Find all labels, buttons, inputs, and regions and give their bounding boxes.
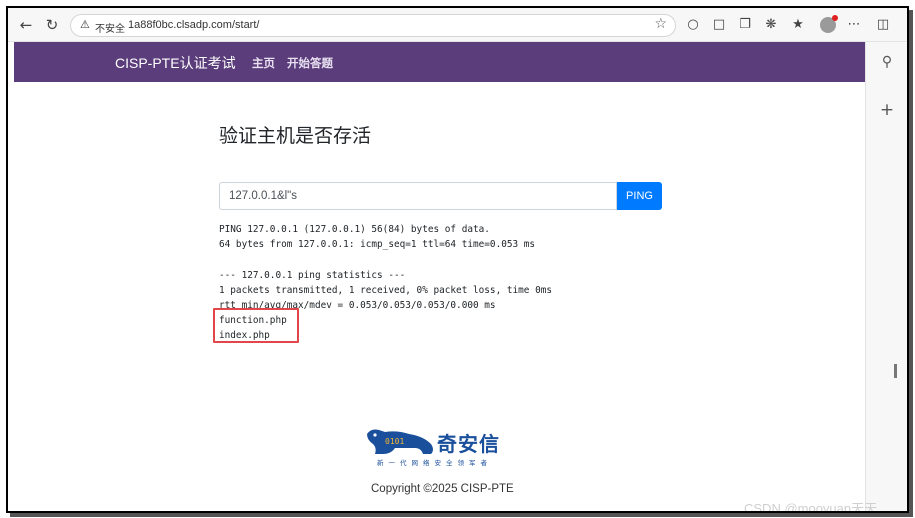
url-text[interactable]: 1a88f0bc.clsadp.com/start/: [128, 19, 259, 31]
nav-link-home[interactable]: 主页: [252, 55, 275, 71]
scrollbar-thumb[interactable]: [894, 364, 897, 378]
reload-icon[interactable]: ↻: [42, 15, 62, 35]
output-line: 64 bytes from 127.0.0.1: icmp_seq=1 ttl=…: [219, 239, 536, 251]
frame-shadow-bottom: [10, 513, 913, 517]
page-title: 验证主机是否存活: [219, 125, 372, 147]
output-line: PING 127.0.0.1 (127.0.0.1) 56(84) bytes …: [219, 224, 490, 235]
insecure-label: 不安全: [95, 24, 125, 35]
favorites-list-icon[interactable]: ★: [790, 17, 806, 33]
output-line: 1 packets transmitted, 1 received, 0% pa…: [219, 284, 553, 296]
browser-toolbar: ← ↻ ⚠ 不安全 1a88f0bc.clsadp.com/start/ ☆ ○…: [8, 8, 907, 42]
copyright-text: Copyright ©2025 CISP-PTE: [371, 483, 514, 495]
add-icon[interactable]: +: [879, 102, 895, 119]
more-menu-icon[interactable]: ⋯: [846, 17, 862, 33]
output-line: --- 127.0.0.1 ping statistics ---: [219, 269, 406, 281]
host-input[interactable]: 127.0.0.1&l"s: [219, 182, 617, 210]
nav-link-start-quiz[interactable]: 开始答题: [287, 55, 333, 71]
csdn-watermark: CSDN @mooyuan天天: [744, 501, 878, 513]
ping-button[interactable]: PING: [617, 182, 662, 210]
site-navbar: CISP-PTE认证考试 主页 开始答题: [14, 42, 865, 82]
logo-name: 奇安信: [437, 432, 500, 456]
screenshot-frame: ← ↻ ⚠ 不安全 1a88f0bc.clsadp.com/start/ ☆ ○…: [6, 6, 909, 513]
logo-slogan: 新一代网络安全领军者: [377, 459, 492, 467]
profile-avatar[interactable]: [820, 15, 838, 33]
extensions-puzzle-icon[interactable]: ❋: [763, 17, 779, 33]
sidebar-toggle-icon[interactable]: ◫: [875, 17, 891, 33]
site-brand[interactable]: CISP-PTE认证考试: [115, 53, 236, 73]
tiger-logo-icon: 0101: [367, 429, 433, 454]
back-arrow-icon[interactable]: ←: [16, 15, 36, 35]
browser-side-panel: ⚲ +: [865, 42, 907, 511]
reading-view-icon[interactable]: □: [711, 17, 727, 33]
web-page: CISP-PTE认证考试 主页 开始答题 验证主机是否存活 127.0.0.1&…: [14, 42, 865, 511]
warning-icon: ⚠: [80, 18, 90, 31]
address-bar[interactable]: ⚠ 不安全 1a88f0bc.clsadp.com/start/ ☆: [70, 14, 676, 37]
collections-icon[interactable]: ❐: [737, 17, 753, 33]
qianxin-logo: 0101 奇安信 新一代网络安全领军者: [365, 426, 515, 472]
favorite-star-icon[interactable]: ☆: [654, 16, 667, 32]
extension-circle-icon[interactable]: ○: [685, 17, 701, 33]
svg-text:0101: 0101: [385, 437, 404, 446]
search-icon[interactable]: ⚲: [879, 54, 895, 70]
annotation-highlight-box: [213, 308, 299, 343]
frame-shadow-right: [909, 10, 913, 515]
